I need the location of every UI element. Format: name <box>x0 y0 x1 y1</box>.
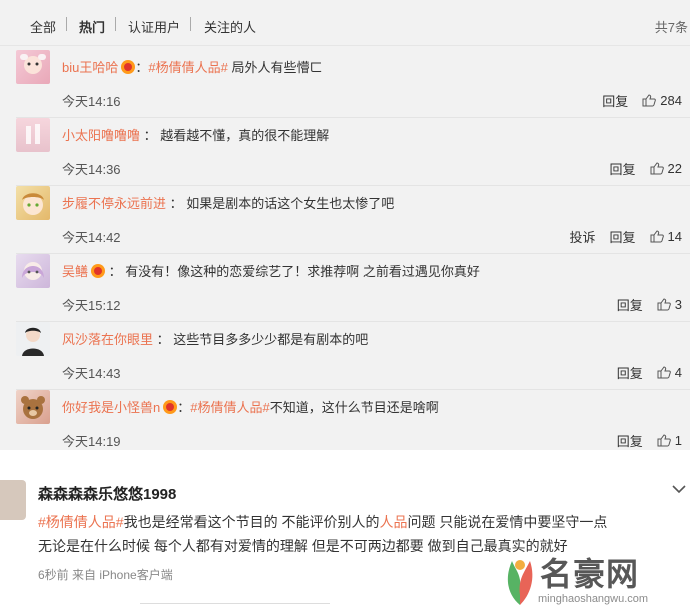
comment-text: 越看越不懂，真的很不能理解 <box>160 128 330 143</box>
comment-actions: 回复 3 <box>603 295 682 314</box>
reply-button[interactable]: 回复 <box>617 431 643 450</box>
comment-item: 风沙落在你眼里 ： 这些节目多多少少都是有剧本的吧 今天14:43 回复 4 <box>0 322 690 390</box>
filter-divider <box>190 17 191 31</box>
filter-all[interactable]: 全部 <box>30 17 56 36</box>
chevron-down-icon[interactable] <box>672 484 686 494</box>
comment-time: 今天14:42 <box>62 230 121 245</box>
like-button[interactable]: 14 <box>650 229 682 244</box>
comment-line-1: #杨倩倩人品#我也是经常看这个节目的 不能评价别人的人品问题 只能说在爱情中要坚… <box>38 510 674 534</box>
vip-badge-icon <box>163 400 178 414</box>
comment-body: 吴鳝 ： 有没有！像这种的恋爱综艺了！求推荐啊 之前看过遇见你真好 <box>62 264 480 279</box>
comment-username[interactable]: 步履不停永远前进 <box>62 196 166 211</box>
topic-link[interactable]: #杨倩倩人品# <box>190 400 269 415</box>
thumbs-up-icon <box>657 366 671 379</box>
topic-link[interactable]: #杨倩倩人品# <box>148 60 227 75</box>
watermark-title: 名豪网 <box>540 556 640 592</box>
comment-body: 小太阳噜噜噜 ： 越看越不懂，真的很不能理解 <box>62 128 330 143</box>
comment-text: 如果是剧本的话这个女生也太惨了吧 <box>186 196 395 211</box>
comment-time: 今天14:36 <box>62 162 121 177</box>
thumbs-up-icon <box>650 230 664 243</box>
avatar[interactable] <box>16 322 50 356</box>
like-count: 14 <box>667 229 682 244</box>
comment-time: 今天14:16 <box>62 94 121 109</box>
reply-button[interactable]: 回复 <box>602 91 628 110</box>
comment-text: 有没有！像这种的恋爱综艺了！求推荐啊 之前看过遇见你真好 <box>125 264 480 279</box>
comment-body: biu王哈哈 ：#杨倩倩人品# 局外人有些懵ㄈ <box>62 60 323 75</box>
comment-username[interactable]: 你好我是小怪兽n <box>62 400 160 415</box>
like-button[interactable]: 3 <box>657 297 682 312</box>
comment-meta: 6秒前 来自 iPhone客户端 <box>38 568 173 582</box>
filter-hot[interactable]: 热门 <box>79 17 105 36</box>
comment-username[interactable]: 小太阳噜噜噜 <box>62 128 140 143</box>
comment-username[interactable]: biu王哈哈 <box>62 60 118 75</box>
comment-item: biu王哈哈 ：#杨倩倩人品# 局外人有些懵ㄈ 今天14:16 回复 284 <box>0 50 690 118</box>
comment-time: 今天14:43 <box>62 366 121 381</box>
filter-verified[interactable]: 认证用户 <box>128 17 180 36</box>
comment-time: 今天15:12 <box>62 298 121 313</box>
comment-username[interactable]: 吴鳝 <box>62 264 88 279</box>
comment-username[interactable]: 森森森森乐悠悠1998 <box>38 483 176 504</box>
comment-time: 今天14:19 <box>62 434 121 449</box>
comment-actions: 回复 284 <box>588 91 682 110</box>
filter-bar: 全部 热门 认证用户 关注的人 共7条 <box>0 0 690 46</box>
like-button[interactable]: 284 <box>642 93 682 108</box>
avatar[interactable] <box>0 480 26 520</box>
report-button[interactable]: 投诉 <box>570 227 596 246</box>
avatar[interactable] <box>16 50 50 84</box>
thumbs-up-icon <box>657 298 671 311</box>
thumbs-up-icon <box>657 434 671 447</box>
avatar[interactable] <box>16 254 50 288</box>
thumbs-up-icon <box>650 162 664 175</box>
filter-divider <box>115 17 116 31</box>
reply-button[interactable]: 回复 <box>617 295 643 314</box>
comment-item: 小太阳噜噜噜 ： 越看越不懂，真的很不能理解 今天14:36 回复 22 <box>0 118 690 186</box>
comment-text: 不知道，这什么节目还是啥啊 <box>269 400 439 415</box>
comment-actions: 回复 1 <box>603 431 682 450</box>
avatar[interactable] <box>16 118 50 152</box>
comment-text: 这些节目多多少少都是有剧本的吧 <box>173 332 369 347</box>
avatar[interactable] <box>16 186 50 220</box>
vip-badge-icon <box>121 60 136 74</box>
highlighted-keyword: 人品 <box>379 514 408 530</box>
like-button[interactable]: 22 <box>650 161 682 176</box>
comment-actions: 回复 4 <box>603 363 682 382</box>
divider <box>140 603 330 604</box>
comment-text: 局外人有些懵ㄈ <box>227 60 323 75</box>
comment-actions: 回复 22 <box>596 159 682 178</box>
comment-body: 你好我是小怪兽n ：#杨倩倩人品#不知道，这什么节目还是啥啊 <box>62 400 439 415</box>
reply-button[interactable]: 回复 <box>610 227 636 246</box>
like-count: 22 <box>667 161 682 176</box>
comment-body: 步履不停永远前进 ： 如果是剧本的话这个女生也太惨了吧 <box>62 196 395 211</box>
like-count: 284 <box>660 93 682 108</box>
like-count: 4 <box>674 365 682 380</box>
comment-item: 步履不停永远前进 ： 如果是剧本的话这个女生也太惨了吧 今天14:42 投诉 回… <box>0 186 690 254</box>
comment-text: 问题 只能说在爱情中要坚守一点 <box>407 514 608 530</box>
comment-count: 共7条 <box>654 20 688 35</box>
leaf-logo-icon <box>507 560 533 605</box>
reply-button[interactable]: 回复 <box>617 363 643 382</box>
comments-panel: 全部 热门 认证用户 关注的人 共7条 biu王哈哈 ：#杨倩倩人品# 局外人有些… <box>0 0 690 450</box>
comment-username[interactable]: 风沙落在你眼里 <box>62 332 153 347</box>
vip-badge-icon <box>91 264 106 278</box>
like-button[interactable]: 4 <box>657 365 682 380</box>
filter-following[interactable]: 关注的人 <box>204 17 256 36</box>
comment-actions: 投诉 回复 14 <box>556 227 683 246</box>
topic-link[interactable]: #杨倩倩人品# <box>38 514 124 530</box>
thumbs-up-icon <box>642 94 657 107</box>
watermark-url: minghaoshangwu.com <box>538 593 649 605</box>
like-button[interactable]: 1 <box>657 433 682 448</box>
comment-item: 吴鳝 ： 有没有！像这种的恋爱综艺了！求推荐啊 之前看过遇见你真好 今天15:1… <box>0 254 690 322</box>
comment-item: 你好我是小怪兽n ：#杨倩倩人品#不知道，这什么节目还是啥啊 今天14:19 回复… <box>0 390 690 458</box>
avatar[interactable] <box>16 390 50 424</box>
reply-button[interactable]: 回复 <box>610 159 636 178</box>
comment-body: 风沙落在你眼里 ： 这些节目多多少少都是有剧本的吧 <box>62 332 369 347</box>
like-count: 1 <box>674 433 682 448</box>
comment-text: 我也是经常看这个节目的 不能评价别人的 <box>123 514 380 530</box>
site-watermark: 名豪网 minghaoshangwu.com <box>490 545 690 615</box>
like-count: 3 <box>674 297 682 312</box>
filter-divider <box>66 17 67 31</box>
